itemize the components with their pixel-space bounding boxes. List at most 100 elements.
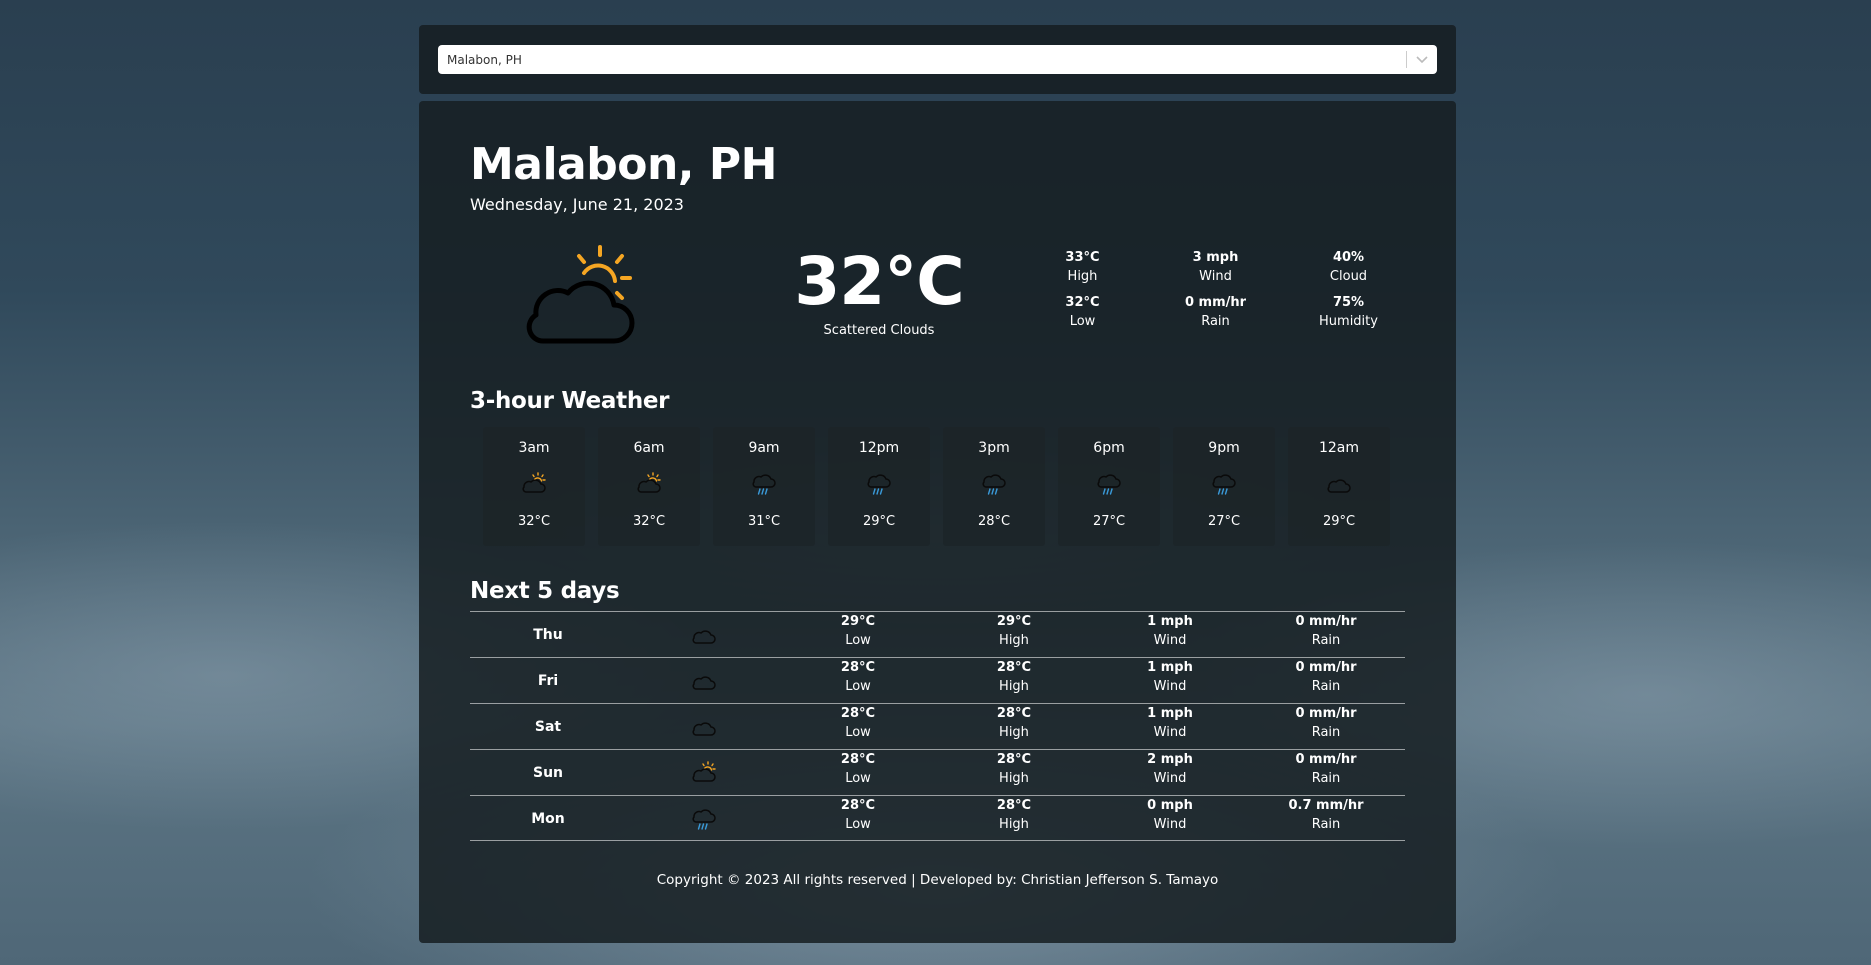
search-card: Malabon, PH	[419, 25, 1456, 94]
current-date: Wednesday, June 21, 2023	[470, 195, 684, 214]
hour-temp: 31°C	[747, 514, 781, 529]
day-wind-label: Wind	[1153, 633, 1187, 648]
stat-label: Humidity	[1319, 314, 1378, 329]
location-select-value: Malabon, PH	[447, 52, 522, 67]
current-temp-block: 32°C Scattered Clouds	[759, 243, 999, 338]
hour-temp: 29°C	[862, 514, 896, 529]
stat-humidity: 75% Humidity	[1282, 293, 1415, 331]
day-name: Mon	[531, 811, 565, 827]
stat-wind: 3 mph Wind	[1149, 248, 1282, 286]
hour-card: 12am 29°C	[1288, 427, 1390, 546]
day-rain: 0 mm/hr	[1295, 752, 1357, 767]
cloud-sun-icon	[691, 760, 717, 786]
day-low-label: Low	[845, 679, 871, 694]
city-title: Malabon, PH	[470, 139, 777, 190]
hour-temp: 27°C	[1207, 514, 1241, 529]
footer-copyright: Copyright © 2023 All rights reserved | D…	[656, 872, 1219, 888]
stat-label: Low	[1069, 314, 1096, 329]
stat-low: 32°C Low	[1016, 293, 1149, 331]
day-low-label: Low	[845, 771, 871, 786]
day-wind-label: Wind	[1153, 679, 1187, 694]
cloud-sun-icon	[522, 241, 642, 351]
hour-time: 9pm	[1208, 440, 1240, 456]
day-low: 28°C	[840, 798, 876, 813]
cloud-rain-icon	[691, 806, 717, 832]
day-row: Sun 28°C Low 28°C High 2 mph Wind 0 mm/hr Ra…	[470, 749, 1405, 795]
day-name: Sun	[532, 765, 564, 781]
day-wind: 1 mph	[1147, 660, 1193, 675]
hour-time: 6pm	[1093, 440, 1125, 456]
stat-high: 33°C High	[1016, 248, 1149, 286]
day-rain: 0 mm/hr	[1295, 660, 1357, 675]
current-temp: 32°C	[794, 243, 964, 320]
cloud-icon	[691, 714, 717, 740]
day-wind: 0 mph	[1147, 798, 1193, 813]
hour-card: 6pm 27°C	[1058, 427, 1160, 546]
day-high: 29°C	[996, 614, 1032, 629]
hour-time: 3am	[518, 440, 550, 456]
stat-value: 3 mph	[1192, 250, 1239, 265]
day-wind: 1 mph	[1147, 706, 1193, 721]
day-low: 28°C	[840, 706, 876, 721]
day-low-label: Low	[845, 725, 871, 740]
stat-value: 33°C	[1065, 250, 1100, 265]
weather-description: Scattered Clouds	[823, 322, 935, 338]
hour-card: 9pm 27°C	[1173, 427, 1275, 546]
day-high-label: High	[999, 633, 1029, 648]
stat-label: Wind	[1199, 269, 1232, 284]
day-name: Sat	[534, 719, 562, 735]
stat-value: 32°C	[1065, 295, 1100, 310]
day-rain: 0 mm/hr	[1295, 614, 1357, 629]
stat-value: 0 mm/hr	[1184, 295, 1247, 310]
hour-card: 12pm 29°C	[828, 427, 930, 546]
stat-cloud: 40% Cloud	[1282, 248, 1415, 286]
day-wind: 2 mph	[1147, 752, 1193, 767]
cloud-rain-icon	[1096, 471, 1122, 497]
cloud-icon	[1326, 471, 1352, 497]
day-high: 28°C	[996, 660, 1032, 675]
day-rain: 0.7 mm/hr	[1288, 798, 1364, 813]
day-wind-label: Wind	[1153, 771, 1187, 786]
day-low: 29°C	[840, 614, 876, 629]
day-high: 28°C	[996, 752, 1032, 767]
hour-temp: 32°C	[517, 514, 551, 529]
day-rain: 0 mm/hr	[1295, 706, 1357, 721]
cloud-sun-icon	[636, 471, 662, 497]
hour-time: 6am	[633, 440, 665, 456]
day-wind-label: Wind	[1153, 725, 1187, 740]
hour-temp: 29°C	[1322, 514, 1356, 529]
day-row: Fri 28°C Low 28°C High 1 mph Wind 0 mm/hr Ra…	[470, 657, 1405, 703]
cloud-rain-icon	[1211, 471, 1237, 497]
daily-forecast: Thu 29°C Low 29°C High 1 mph Wind 0 mm/hr Ra…	[470, 611, 1405, 841]
hourly-title: 3-hour Weather	[470, 388, 670, 414]
day-high-label: High	[999, 725, 1029, 740]
cloud-rain-icon	[981, 471, 1007, 497]
day-high-label: High	[999, 679, 1029, 694]
cloud-rain-icon	[751, 471, 777, 497]
hour-time: 12pm	[858, 440, 900, 456]
day-wind-label: Wind	[1153, 817, 1187, 832]
chevron-down-icon[interactable]	[1407, 55, 1437, 64]
day-name: Fri	[537, 673, 559, 689]
day-name: Thu	[533, 627, 563, 643]
cloud-sun-icon	[521, 471, 547, 497]
hour-temp: 27°C	[1092, 514, 1126, 529]
day-rain-label: Rain	[1311, 817, 1341, 832]
day-row: Thu 29°C Low 29°C High 1 mph Wind 0 mm/hr Ra…	[470, 611, 1405, 657]
day-rain-label: Rain	[1311, 771, 1341, 786]
day-row: Mon 28°C Low 28°C High 0 mph Wind 0.7 mm/hr…	[470, 795, 1405, 841]
day-low-label: Low	[845, 817, 871, 832]
hour-card: 9am 31°C	[713, 427, 815, 546]
cloud-icon	[691, 668, 717, 694]
location-select[interactable]: Malabon, PH	[438, 45, 1437, 74]
day-wind: 1 mph	[1147, 614, 1193, 629]
day-high-label: High	[999, 817, 1029, 832]
stat-value: 75%	[1332, 295, 1365, 310]
hour-time: 3pm	[978, 440, 1010, 456]
day-rain-label: Rain	[1311, 633, 1341, 648]
day-row: Sat 28°C Low 28°C High 1 mph Wind 0 mm/hr Ra…	[470, 703, 1405, 749]
hour-card: 3pm 28°C	[943, 427, 1045, 546]
hour-temp: 28°C	[977, 514, 1011, 529]
day-high: 28°C	[996, 706, 1032, 721]
day-high: 28°C	[996, 798, 1032, 813]
